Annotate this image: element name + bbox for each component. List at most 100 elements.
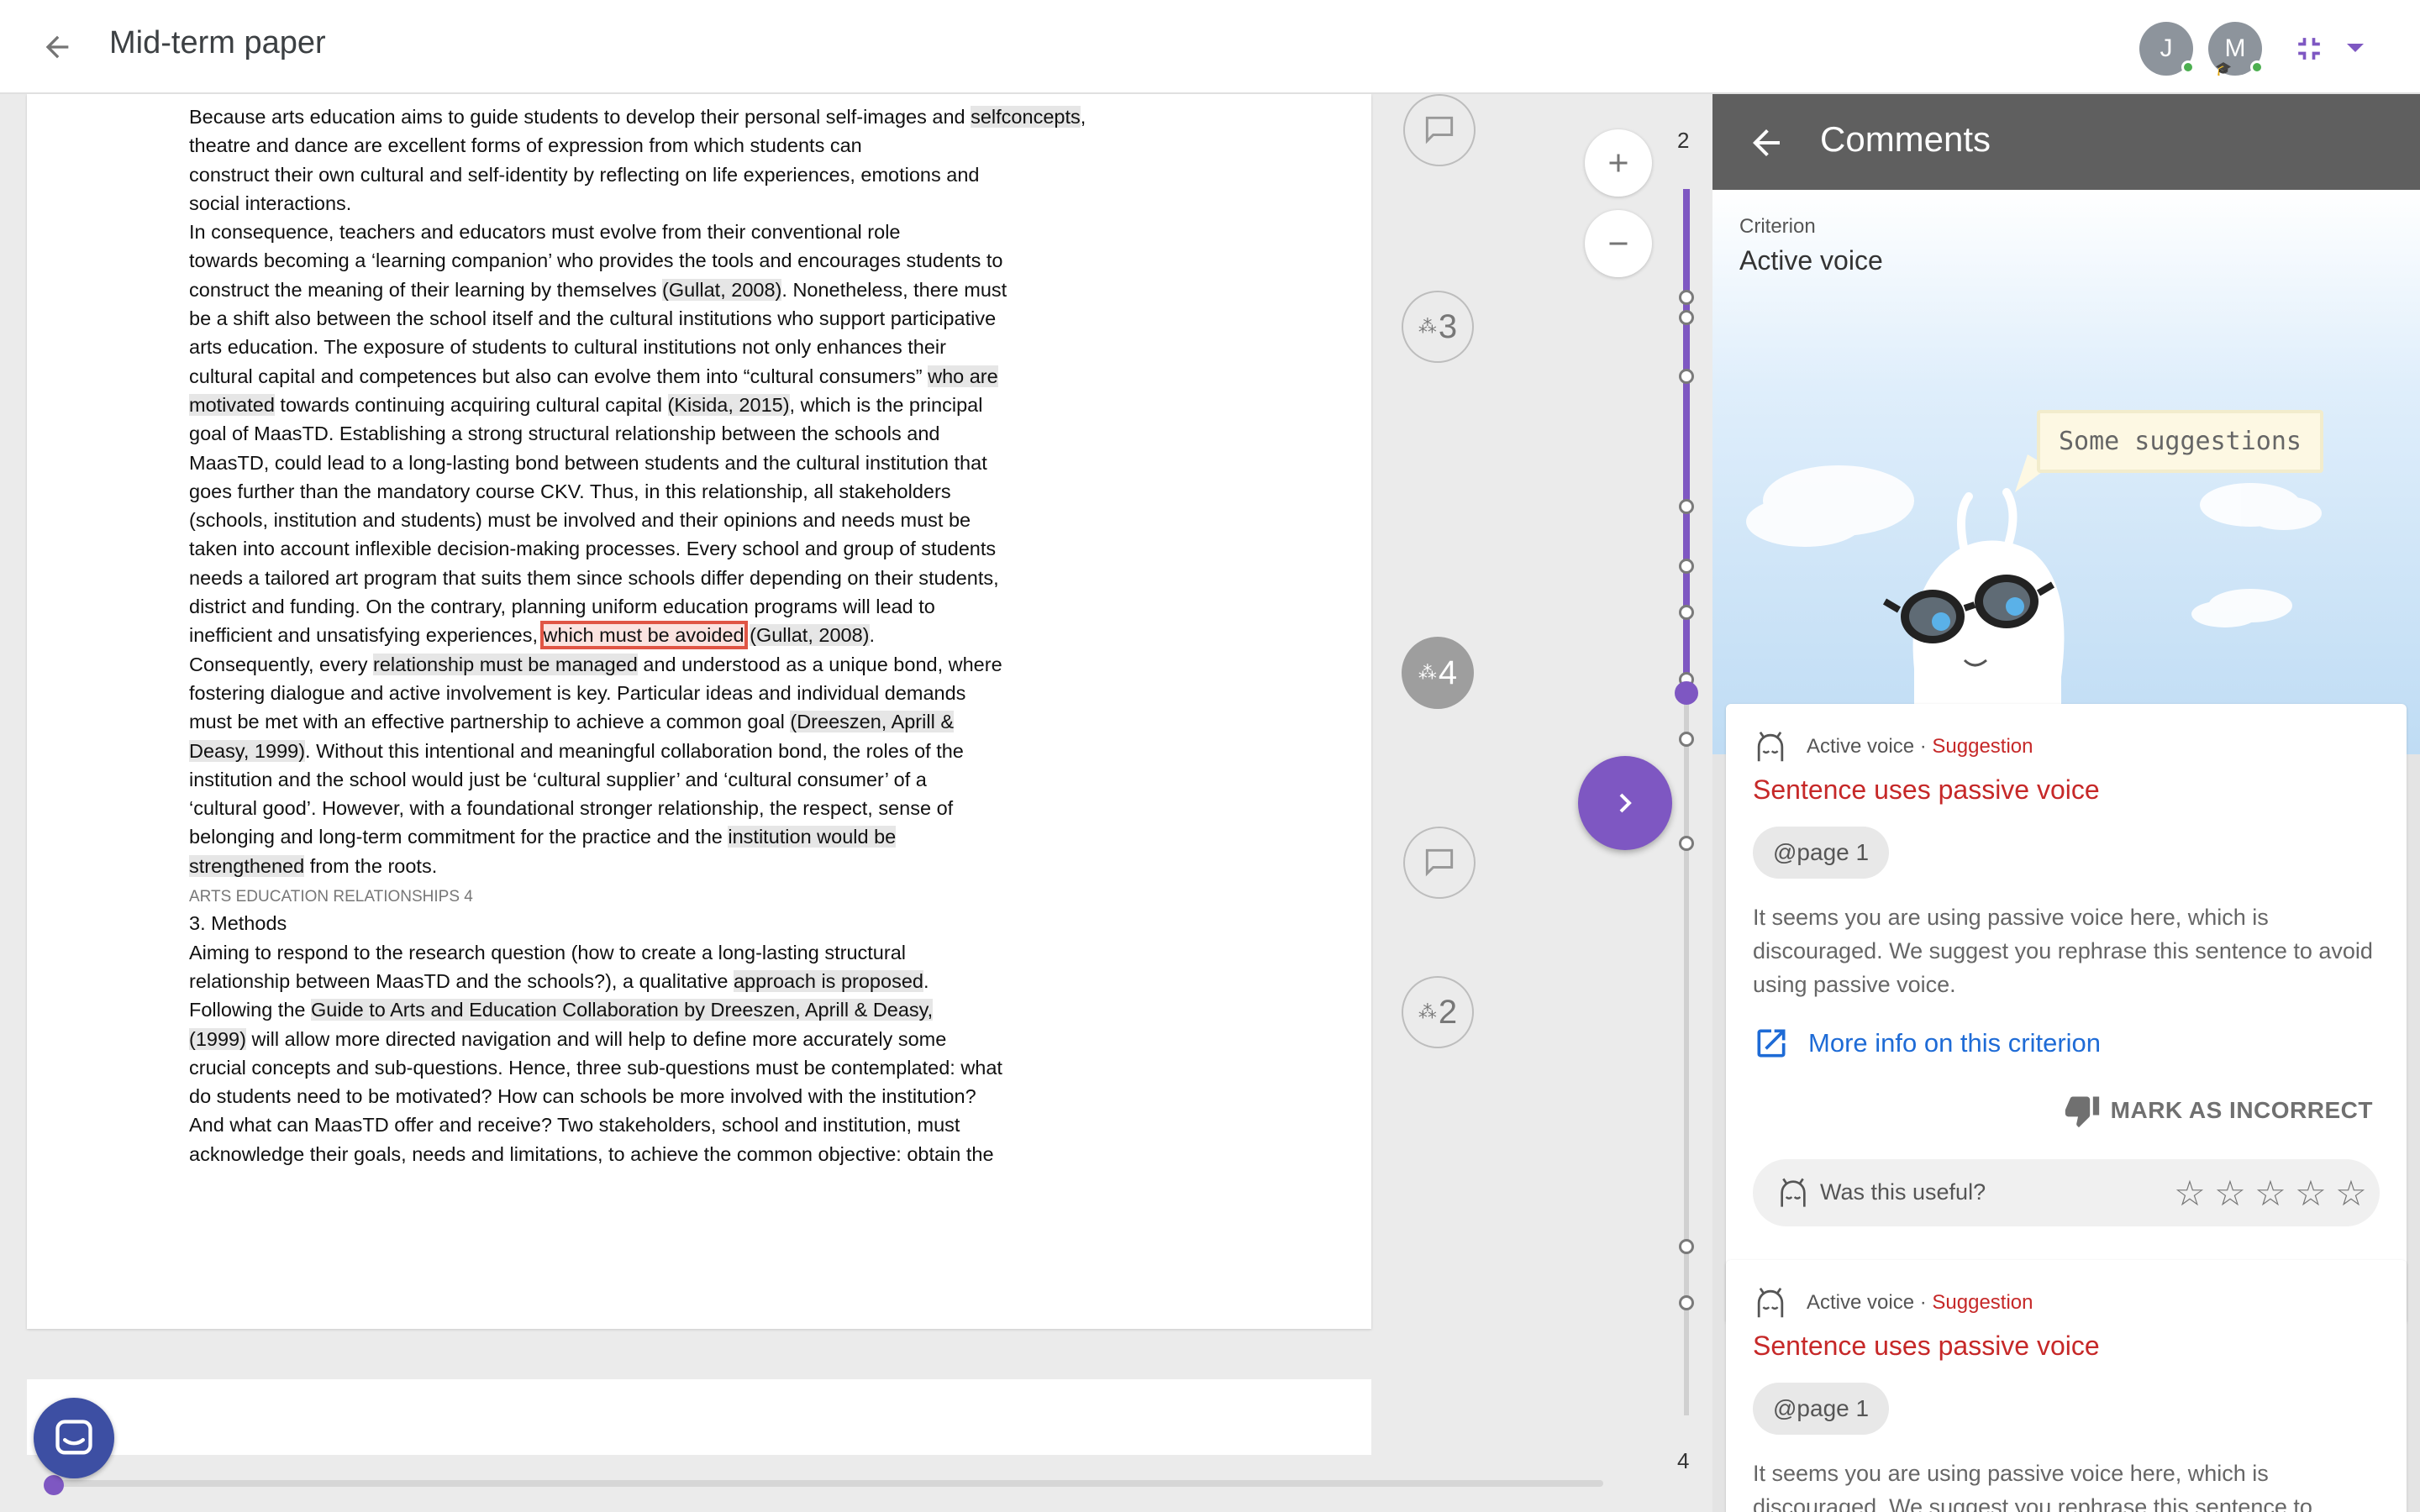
feedback-group-button[interactable]: ⁂ 3 bbox=[1402, 291, 1474, 363]
document-line: motivated towards continuing acquiring c… bbox=[189, 391, 1164, 419]
card-separator: · bbox=[1914, 735, 1933, 758]
highlighted-phrase[interactable]: strengthened bbox=[189, 854, 305, 877]
text-run: district and funding. On the contrary, p… bbox=[189, 596, 935, 618]
highlighted-phrase[interactable]: approach is proposed bbox=[733, 969, 923, 992]
back-arrow-icon[interactable] bbox=[1746, 123, 1786, 163]
document-page: Because arts education aims to guide stu… bbox=[27, 94, 1371, 1329]
zoom-out-button[interactable] bbox=[1585, 210, 1652, 277]
horizontal-scrollbar-track[interactable] bbox=[49, 1480, 1603, 1487]
document-line: Deasy, 1999). Without this intentional a… bbox=[189, 737, 1164, 765]
timeline-node[interactable] bbox=[1679, 559, 1694, 574]
zoom-in-button[interactable] bbox=[1585, 129, 1652, 197]
document-line: strengthened from the roots. bbox=[189, 852, 1164, 880]
highlighted-phrase[interactable]: (1999) bbox=[189, 1027, 246, 1050]
feedback-group-button[interactable]: ⁂ 2 bbox=[1402, 976, 1474, 1048]
text-run: theatre and dance are excellent forms of… bbox=[189, 134, 862, 157]
timeline-node[interactable] bbox=[1679, 732, 1694, 747]
card-type: Suggestion bbox=[1932, 735, 2033, 758]
highlighted-phrase[interactable]: (Dreeszen, Aprill & bbox=[790, 711, 954, 733]
document-line: goes further than the mandatory course C… bbox=[189, 477, 1164, 506]
text-run: , which is the principal bbox=[789, 393, 983, 416]
comment-bubble-button[interactable] bbox=[1403, 94, 1476, 166]
document-line: acknowledge their goals, needs and limit… bbox=[189, 1140, 1164, 1168]
star-icon[interactable]: ☆ bbox=[2210, 1173, 2250, 1213]
timeline-node[interactable] bbox=[1679, 605, 1694, 620]
horizontal-scrollbar-thumb[interactable] bbox=[44, 1475, 64, 1495]
text-run: must be met with an effective partnershi… bbox=[189, 711, 791, 733]
highlighted-phrase[interactable]: (Kisida, 2015) bbox=[667, 393, 790, 416]
text-run: . bbox=[869, 624, 876, 647]
highlighted-phrase[interactable]: relationship must be managed bbox=[373, 653, 638, 675]
highlighted-phrase[interactable]: selfconcepts bbox=[971, 106, 1081, 128]
avatar-initial: M bbox=[2224, 34, 2246, 62]
more-info-link[interactable]: More info on this criterion bbox=[1753, 1025, 2101, 1062]
minus-icon bbox=[1609, 242, 1628, 245]
text-run: . Nonetheless, there must bbox=[781, 278, 1007, 301]
mark-as-incorrect-button[interactable]: MARK AS INCORRECT bbox=[2062, 1092, 2373, 1129]
document-line: And what can MaasTD offer and receive? T… bbox=[189, 1110, 1164, 1139]
timeline-node[interactable] bbox=[1679, 499, 1694, 514]
suggestion-card[interactable]: Active voice · Suggestion Sentence uses … bbox=[1726, 704, 2407, 1324]
top-bar: Mid-term paper J M 🎓 bbox=[0, 0, 2420, 94]
chat-icon bbox=[55, 1420, 92, 1455]
highlighted-phrase[interactable]: (Gullat, 2008) bbox=[662, 278, 782, 301]
card-meta: Active voice · Suggestion bbox=[1753, 731, 2033, 763]
timeline-node[interactable] bbox=[1679, 310, 1694, 325]
text-run: social interactions. bbox=[189, 192, 352, 214]
text-run: Consequently, every bbox=[189, 653, 374, 675]
timeline-node-current[interactable] bbox=[1675, 681, 1698, 705]
document-line: inefficient and unsatisfying experiences… bbox=[189, 621, 1164, 650]
text-run: . Without this intentional and meaningfu… bbox=[305, 739, 964, 762]
star-icon[interactable]: ☆ bbox=[2250, 1173, 2291, 1213]
star-rating: ☆ ☆ ☆ ☆ ☆ bbox=[2170, 1173, 2371, 1213]
text-run: do students need to be motivated? How ca… bbox=[189, 1085, 976, 1108]
text-run: towards becoming a ‘learning companion’ … bbox=[189, 249, 1003, 272]
text-run: from the roots. bbox=[304, 854, 438, 877]
suggestion-card[interactable]: Active voice · Suggestion Sentence uses … bbox=[1726, 1260, 2407, 1512]
text-run: cultural capital and competences but als… bbox=[189, 365, 929, 387]
avatar-m[interactable]: M 🎓 bbox=[2208, 22, 2264, 76]
timeline-node[interactable] bbox=[1679, 1239, 1694, 1254]
document-line: MaasTD, could lead to a long-lasting bon… bbox=[189, 449, 1164, 477]
highlighted-phrase[interactable]: Guide to Arts and Education Collaboratio… bbox=[311, 999, 934, 1021]
timeline-node[interactable] bbox=[1679, 369, 1694, 384]
robot-icon bbox=[1757, 731, 1784, 762]
page-chip[interactable]: @page 1 bbox=[1753, 827, 1890, 879]
chat-launcher-button[interactable] bbox=[34, 1398, 114, 1478]
document-line: ARTS EDUCATION RELATIONSHIPS 4 bbox=[189, 880, 1164, 909]
highlighted-phrase[interactable]: motivated bbox=[189, 393, 275, 416]
highlighted-phrase[interactable]: (Gullat, 2008) bbox=[750, 624, 870, 647]
avatar-j[interactable]: J bbox=[2139, 22, 2195, 76]
selected-highlight[interactable]: which must be avoided bbox=[539, 621, 748, 650]
timeline-node[interactable] bbox=[1679, 836, 1694, 851]
text-run: Following the bbox=[189, 999, 311, 1021]
star-icon[interactable]: ☆ bbox=[2331, 1173, 2371, 1213]
highlighted-phrase[interactable]: Deasy, 1999) bbox=[189, 739, 306, 762]
document-line: Consequently, every relationship must be… bbox=[189, 650, 1164, 679]
comments-panel: Comments Criterion Active voice Some sug… bbox=[1712, 94, 2420, 1512]
timeline-node[interactable] bbox=[1679, 1295, 1694, 1310]
document-line: construct their own cultural and self-id… bbox=[189, 160, 1164, 189]
collapse-icon[interactable] bbox=[2291, 30, 2328, 67]
next-comment-button[interactable] bbox=[1578, 756, 1672, 850]
comment-bubble-button[interactable] bbox=[1403, 827, 1476, 899]
back-arrow-icon[interactable] bbox=[34, 24, 81, 71]
star-icon[interactable]: ☆ bbox=[2170, 1173, 2210, 1213]
page-chip[interactable]: @page 1 bbox=[1753, 1383, 1890, 1435]
document-line: construct the meaning of their learning … bbox=[189, 276, 1164, 304]
chevron-down-icon[interactable] bbox=[2343, 35, 2368, 60]
text-run: crucial concepts and sub-questions. Henc… bbox=[189, 1056, 1002, 1079]
criterion-banner: Criterion Active voice Some suggestions bbox=[1712, 190, 2420, 754]
highlighted-phrase[interactable]: who are bbox=[928, 365, 998, 387]
star-icon[interactable]: ☆ bbox=[2291, 1173, 2331, 1213]
timeline-node[interactable] bbox=[1679, 290, 1694, 305]
document-line: Because arts education aims to guide stu… bbox=[189, 102, 1164, 131]
feedback-group-button-active[interactable]: ⁂ 4 bbox=[1402, 637, 1474, 709]
document-line: theatre and dance are excellent forms of… bbox=[189, 131, 1164, 160]
chevron-right-icon bbox=[1619, 793, 1632, 813]
card-title: Sentence uses passive voice bbox=[1753, 774, 2100, 805]
text-run: goes further than the mandatory course C… bbox=[189, 480, 951, 502]
card-type: Suggestion bbox=[1932, 1291, 2033, 1314]
feedback-count: 2 bbox=[1438, 993, 1458, 1031]
highlighted-phrase[interactable]: institution would be bbox=[728, 826, 897, 848]
